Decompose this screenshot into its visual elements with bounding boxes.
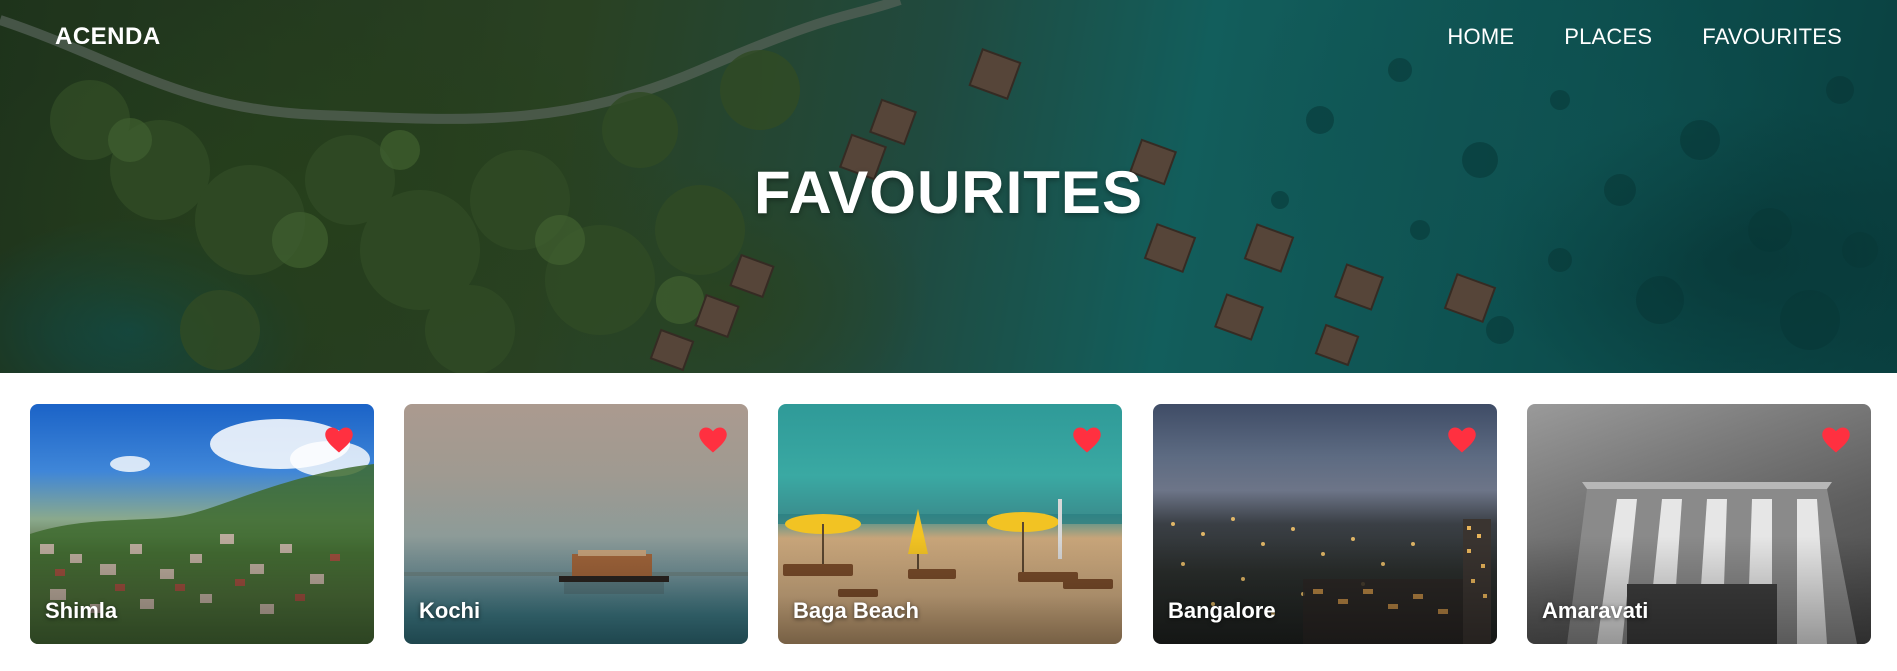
place-card-shimla[interactable]: Shimla (30, 404, 374, 644)
place-name: Kochi (419, 598, 481, 623)
place-card-baga-beach[interactable]: Baga Beach (778, 404, 1122, 644)
hero-banner: ACENDA HOME PLACES FAVOURITES FAVOURITES (0, 0, 1897, 373)
main-nav: HOME PLACES FAVOURITES (1447, 24, 1842, 50)
place-name: Amaravati (1542, 598, 1649, 623)
nav-link-home[interactable]: HOME (1447, 24, 1514, 50)
place-card-bangalore[interactable]: Bangalore (1153, 404, 1497, 644)
place-name: Bangalore (1168, 598, 1276, 623)
heart-icon[interactable] (1821, 426, 1851, 454)
heart-icon[interactable] (324, 426, 354, 454)
heart-icon[interactable] (1072, 426, 1102, 454)
heart-icon[interactable] (1447, 426, 1477, 454)
brand-logo[interactable]: ACENDA (55, 23, 161, 51)
place-name: Baga Beach (793, 598, 919, 623)
heart-icon[interactable] (698, 426, 728, 454)
favourites-grid: Shimla Kochi Baga Beach Bangalore Amarav… (30, 404, 1874, 644)
nav-link-favourites[interactable]: FAVOURITES (1702, 24, 1842, 50)
nav-link-places[interactable]: PLACES (1564, 24, 1652, 50)
page-title: FAVOURITES (754, 159, 1143, 226)
place-card-kochi[interactable]: Kochi (404, 404, 748, 644)
place-card-amaravati[interactable]: Amaravati (1527, 404, 1871, 644)
place-name: Shimla (45, 598, 118, 623)
